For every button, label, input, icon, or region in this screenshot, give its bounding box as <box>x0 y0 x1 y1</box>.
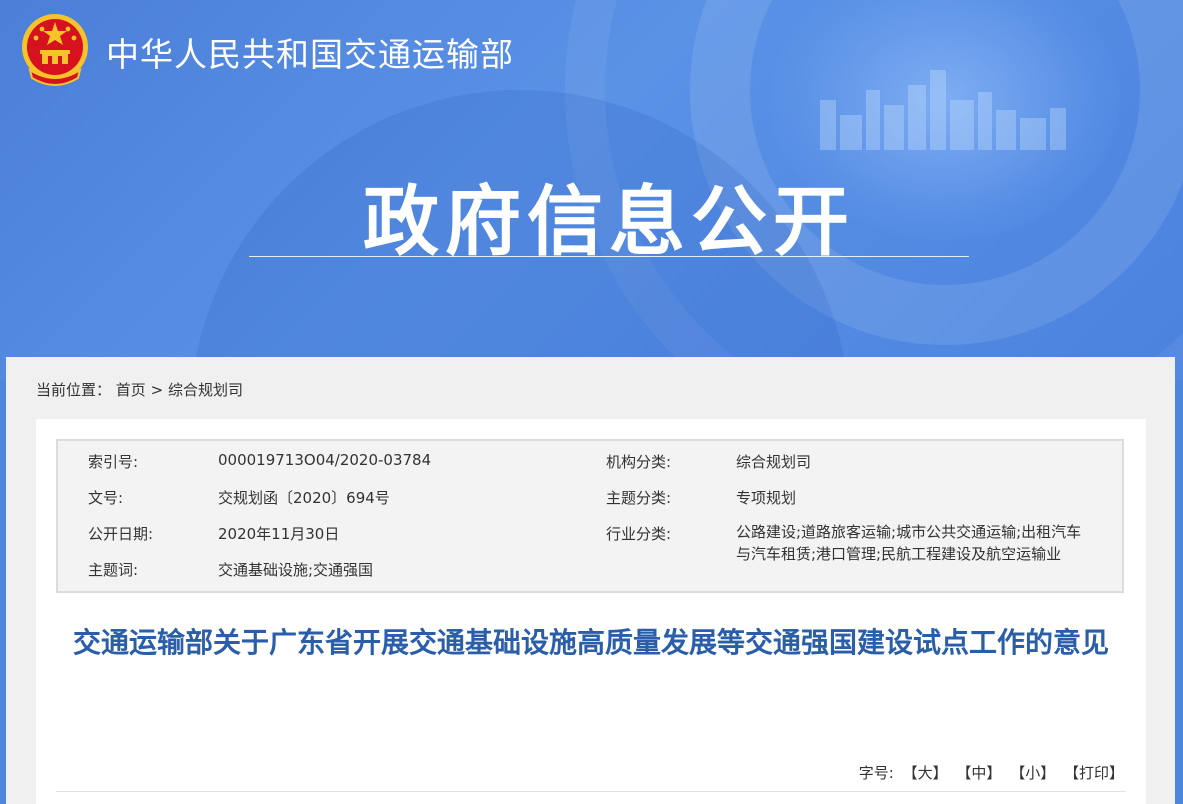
publish-date-label: 公开日期: <box>88 525 154 543</box>
publish-date-value: 2020年11月30日 <box>218 525 340 543</box>
ministry-name[interactable]: 中华人民共和国交通运输部 <box>106 28 514 76</box>
national-emblem-icon <box>20 12 90 88</box>
metadata-table: 索引号: 000019713O04/2020-03784 文号: 交规划函〔20… <box>56 439 1124 593</box>
industry-category-label: 行业分类: <box>606 525 672 543</box>
content-divider <box>56 791 1126 792</box>
doc-number-value: 交规划函〔2020〕694号 <box>218 489 390 507</box>
font-size-label: 字号: <box>858 764 894 782</box>
org-category-label: 机构分类: <box>606 453 672 471</box>
font-size-small-button[interactable]: 【小】 <box>1010 764 1055 782</box>
org-category-value: 综合规划司 <box>736 453 812 471</box>
topic-category-label: 主题分类: <box>606 489 672 507</box>
header-banner: 中华人民共和国交通运输部 政府信息公开 <box>0 0 1183 380</box>
breadcrumb-prefix: 当前位置： <box>36 381 112 399</box>
font-size-large-button[interactable]: 【大】 <box>903 764 948 782</box>
topic-category-value: 专项规划 <box>736 489 797 507</box>
index-value: 000019713O04/2020-03784 <box>218 451 432 469</box>
font-size-medium-button[interactable]: 【中】 <box>956 764 1001 782</box>
breadcrumb-current-link[interactable]: 综合规划司 <box>168 381 243 399</box>
article-panel: 索引号: 000019713O04/2020-03784 文号: 交规划函〔20… <box>36 419 1146 804</box>
keywords-label: 主题词: <box>88 561 139 579</box>
main-content: 当前位置： 首页 > 综合规划司 索引号: 000019713O04/2020-… <box>6 357 1175 804</box>
industry-category-value: 公路建设;道路旅客运输;城市公共交通运输;出租汽车与汽车租赁;港口管理;民航工程… <box>736 523 1082 563</box>
breadcrumb-separator: > <box>150 381 164 399</box>
keywords-value: 交通基础设施;交通强国 <box>218 561 374 579</box>
doc-number-label: 文号: <box>88 489 124 507</box>
breadcrumb-home-link[interactable]: 首页 <box>116 381 146 399</box>
font-size-controls: 字号: 【大】 【中】 【小】 【打印】 <box>859 762 1124 783</box>
index-label: 索引号: <box>88 453 139 471</box>
breadcrumb: 当前位置： 首页 > 综合规划司 <box>36 379 243 400</box>
banner-divider <box>249 256 969 257</box>
banner-title: 政府信息公开 <box>363 177 855 266</box>
print-button[interactable]: 【打印】 <box>1064 764 1124 782</box>
document-title: 交通运输部关于广东省开展交通基础设施高质量发展等交通强国建设试点工作的意见 <box>72 626 1109 659</box>
